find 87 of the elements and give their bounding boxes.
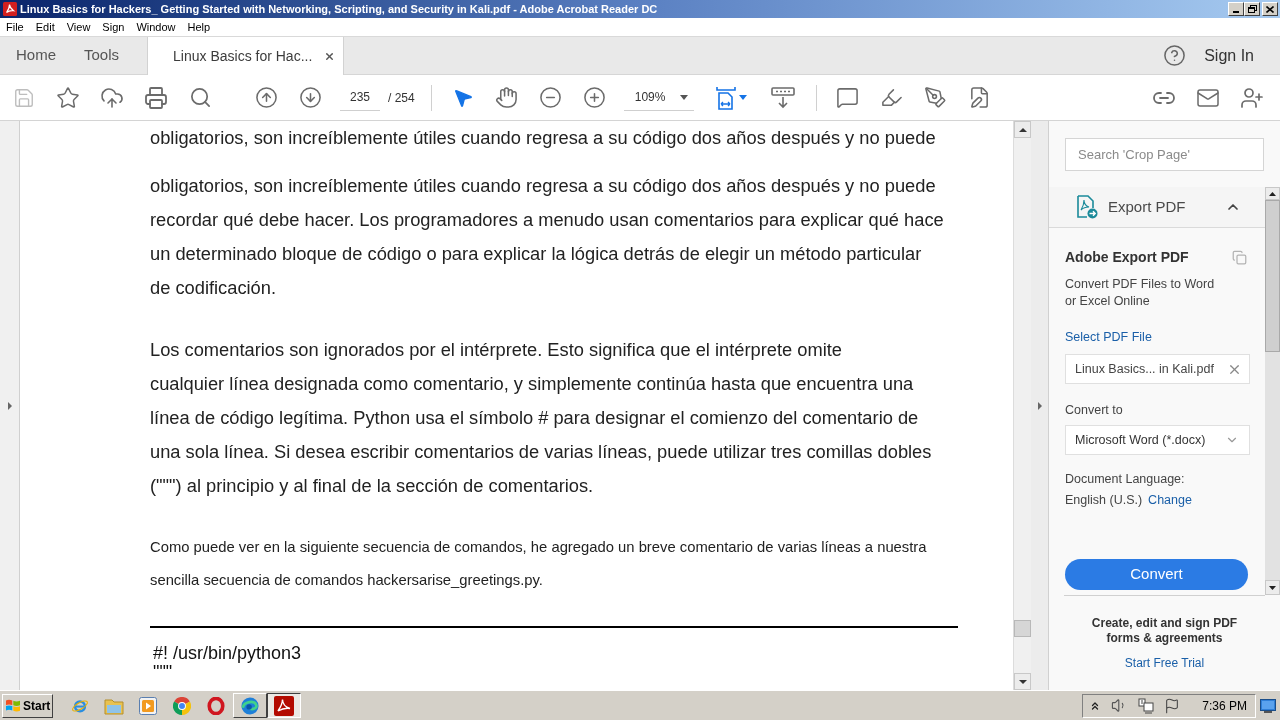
change-link[interactable]: Change [1148,491,1192,509]
search-field[interactable]: Search 'Crop Page' [1065,138,1264,171]
menu-item[interactable]: File [6,18,24,36]
play-icon [139,696,157,715]
export-document-icon [1076,195,1098,219]
up-arrow-icon [1269,191,1276,196]
scroll-mode-icon[interactable] [770,86,795,109]
menu-item[interactable]: View [66,18,91,36]
paragraph: Los comentarios son ignorados por el intérprete. Esto significa que el intérprete omite cualquier línea designada como comentario, y simplemente continúa hasta que encuentra una línea de código legítima. Python usa el símbolo # para designar el comienzo del comentario de una sola línea. Si desea escribir comentarios de varias líneas, puede utilizar tres comillas dobles (""") al principio y al final de la sección de comentarios. [150,338,932,498]
hand-icon[interactable] [495,86,519,109]
expand-arrow-icon[interactable] [7,401,12,410]
promo-text: Create, edit and sign PDF forms & agreements [1091,616,1238,646]
tab[interactable]: Home [2,37,70,74]
cloud-upload-icon[interactable] [100,85,124,110]
help-icon[interactable] [1163,44,1187,67]
scroll-down-button[interactable] [1014,673,1031,690]
segmented-circle-icon [173,696,191,715]
caret-icon [679,94,688,100]
format-dropdown[interactable]: Microsoft Word (*.docx) [1065,425,1250,455]
code-text: #! /usr/bin/python3 """ [153,644,302,682]
tab[interactable]: Linux Basics for Hac... [147,37,345,75]
flag-icon[interactable] [1164,697,1181,714]
app-logo-icon [3,2,17,16]
menu-item[interactable]: Help [187,18,211,36]
page-number-field[interactable]: 235 [340,84,380,111]
star-icon[interactable] [56,85,80,110]
swirl-icon [241,696,259,715]
down-arrow-icon [1269,585,1276,590]
comment-icon[interactable] [836,86,860,109]
fit-page-icon[interactable] [715,85,736,110]
minimize-button[interactable] [1228,2,1244,16]
convert-button[interactable]: Convert [1065,559,1248,590]
windows-flag-icon [5,698,21,713]
panel-heading: Adobe Export PDF [1065,247,1189,267]
highlighter-icon[interactable] [880,86,904,109]
export-pdf-header[interactable]: Export PDF [1049,187,1265,228]
zoom-dropdown[interactable]: 109% [623,84,694,111]
zoom-in-icon[interactable] [583,86,607,109]
language-value: English (U.S.) [1065,492,1143,509]
close-icon[interactable] [324,50,336,62]
section-title: Export PDF [1108,196,1186,217]
scroll-up-button[interactable] [1265,187,1280,200]
field-label: Convert to [1065,402,1123,419]
ring-icon [207,696,225,715]
select-file-link[interactable]: Select PDF File [1065,328,1152,346]
file-field[interactable]: Linux Basics... in Kali.pdf [1065,354,1250,384]
network-icon[interactable] [1138,697,1155,714]
page-up-icon[interactable] [254,86,278,109]
restore-button[interactable] [1244,2,1260,16]
paragraph: obligatorios, son increíblemente útiles cuando regresa a su código dos años después y no puede [150,126,936,150]
menu-item[interactable]: Window [136,18,176,36]
paragraph: Como puede ver en la siguiente secuencia de comandos, he agregado un breve comentario de varias líneas a nuestra sencilla secuencia de comandos hackersarise_greetings.py. [150,538,927,590]
scrollbar-thumb[interactable] [1265,200,1280,352]
print-icon[interactable] [144,85,168,110]
up-arrow-icon [1018,127,1027,132]
window-title: Linux Basics for Hackers_ Getting Started with Networking, Scripting, and Security in Kali.pdf - Adobe Acrobat Reader DC [20,1,658,17]
minimize-icon [1233,11,1239,13]
sign-in-button[interactable]: Sign In [1204,43,1254,68]
caret-icon[interactable] [738,95,747,100]
clock: 7:36 PM [1202,697,1247,715]
show-desktop-icon[interactable] [1260,698,1276,713]
zoom-out-icon[interactable] [539,86,563,109]
scroll-up-button[interactable] [1014,121,1031,138]
add-person-icon[interactable] [1240,85,1264,110]
taskbar-button[interactable] [267,693,301,718]
menu-item[interactable]: Edit [35,18,55,36]
down-arrow-icon [1018,679,1027,684]
menu-item[interactable]: Sign [102,18,125,36]
description: Convert PDF Files to Word or Excel Online [1065,276,1216,310]
paragraph: obligatorios, son increíblemente útiles cuando regresa a su código dos años después y no puede recordar qué debe hacer. Los programadores a menudo usan comentarios para explicar qué hace un determinado bloque de código o para explicar la lógica detrás de elegir un método particular de codificación. [150,174,944,300]
page-count: / 254 [388,89,415,107]
free-trial-link[interactable]: Start Free Trial [1124,656,1205,671]
file-name: Linux Basics... in Kali.pdf [1075,360,1214,378]
document-app-icon [274,695,294,716]
field-label: Document Language: [1065,471,1185,488]
start-button[interactable]: Start [2,693,53,718]
pen-icon[interactable] [924,86,948,109]
tab[interactable]: Tools [70,37,134,74]
search-icon[interactable] [188,86,212,109]
scrollbar-thumb[interactable] [1014,620,1031,637]
restore-icon [1247,5,1257,13]
folder-icon [104,696,124,715]
close-button[interactable] [1262,2,1278,16]
scroll-down-button[interactable] [1265,580,1280,595]
page-down-icon[interactable] [298,86,322,109]
close-icon [1266,5,1274,13]
collapse-arrow-icon[interactable] [1037,401,1042,410]
